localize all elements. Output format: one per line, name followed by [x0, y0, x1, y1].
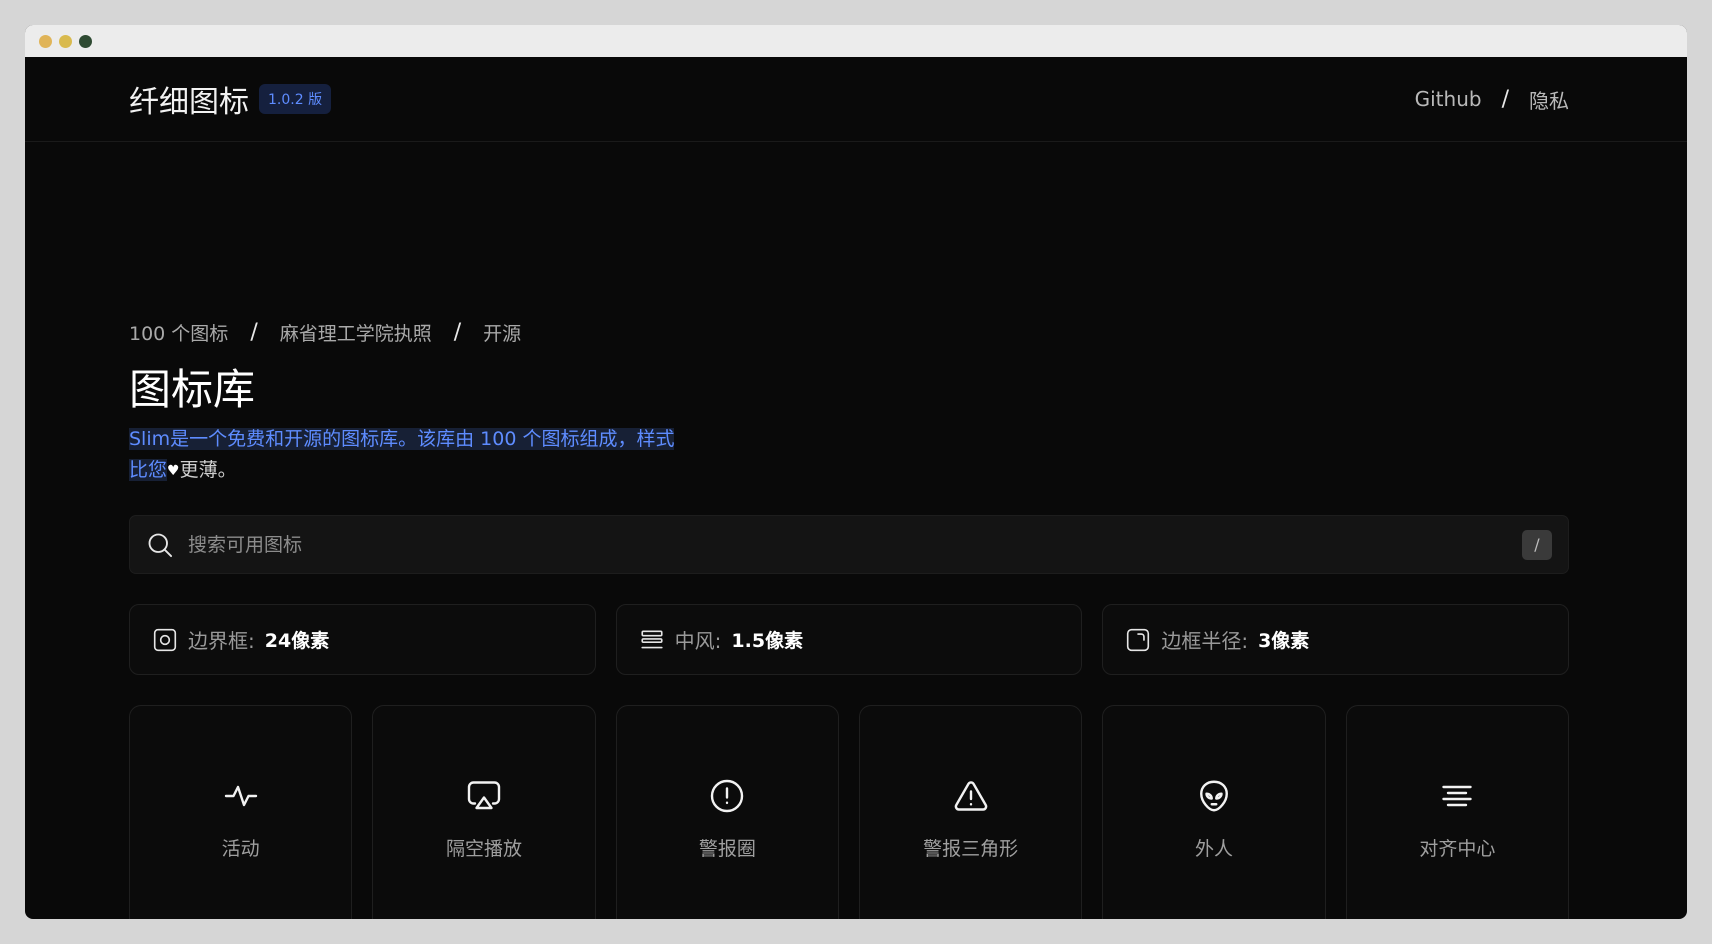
- page-title: 图标库: [129, 365, 256, 414]
- browser-window: 纤细图标 1.0.2 版 Github / 隐私 100 个图标 / 麻省理工学…: [25, 25, 1687, 919]
- site-header: 纤细图标 1.0.2 版 Github / 隐私: [25, 57, 1687, 142]
- heart-icon: ♥: [167, 463, 180, 479]
- top-nav: Github / 隐私: [1415, 85, 1569, 114]
- version-badge: 1.0.2 版: [259, 84, 332, 114]
- search-bar[interactable]: /: [129, 515, 1569, 574]
- nav-link-github[interactable]: Github: [1415, 87, 1482, 111]
- brand[interactable]: 纤细图标 1.0.2 版: [129, 77, 332, 121]
- search-shortcut-key: /: [1522, 529, 1552, 560]
- settings-row: 边界框: 24像素 中风: 1.5像素 边框半径: 3像素: [129, 604, 1569, 675]
- crumb-icon-count: 100 个图标: [129, 323, 229, 345]
- icon-grid: 活动 隔空播放 警报圈 警报三角形 外人 对齐中心: [129, 705, 1569, 919]
- activity-icon: [224, 785, 257, 807]
- crumb-separator: /: [250, 320, 258, 345]
- icon-card-name: 活动: [221, 838, 260, 860]
- setting-value: 24像素: [264, 630, 330, 652]
- setting-corner-radius[interactable]: 边框半径: 3像素: [1102, 604, 1569, 675]
- icon-card-airplay[interactable]: 隔空播放: [372, 705, 596, 919]
- setting-value: 3像素: [1258, 630, 1310, 652]
- search-input[interactable]: [188, 533, 1522, 556]
- setting-label: 中风:: [674, 629, 722, 653]
- crumb-separator: /: [453, 320, 462, 345]
- window-close-dot[interactable]: [39, 34, 52, 48]
- crumb-open-source[interactable]: 开源: [483, 319, 521, 346]
- search-icon: [148, 533, 173, 557]
- window-minimize-dot[interactable]: [59, 34, 72, 48]
- alert-triangle-icon: [954, 781, 987, 811]
- icon-card-name: 警报圈: [698, 838, 756, 860]
- setting-label: 边框半径:: [1161, 629, 1249, 653]
- icon-card-name: 对齐中心: [1419, 838, 1496, 860]
- icon-card-alert-circle[interactable]: 警报圈: [615, 705, 839, 919]
- nav-link-privacy[interactable]: 隐私: [1529, 85, 1569, 114]
- corner-radius-icon: [1127, 628, 1150, 651]
- icon-card-name: 隔空播放: [445, 838, 522, 860]
- icon-card-alert-triangle[interactable]: 警报三角形: [858, 705, 1083, 919]
- main-content: 100 个图标 / 麻省理工学院执照 / 开源 图标库 Slim是一个免费和开源…: [25, 319, 1687, 919]
- intro-text: Slim是一个免费和开源的图标库。该库由 100 个图标组成，样式比您♥更薄。: [129, 424, 689, 487]
- alien-icon: [1200, 780, 1228, 812]
- window-titlebar: [25, 25, 1687, 57]
- brand-name: 纤细图标: [129, 85, 249, 120]
- icon-card-name: 警报三角形: [923, 838, 1019, 860]
- align-center-icon: [1442, 785, 1473, 807]
- setting-value: 1.5像素: [731, 630, 804, 652]
- info-breadcrumb: 100 个图标 / 麻省理工学院执照 / 开源: [129, 319, 1569, 346]
- setting-label: 边界框:: [188, 629, 255, 653]
- icon-card-name: 外人: [1194, 838, 1233, 860]
- setting-stroke[interactable]: 中风: 1.5像素: [615, 604, 1083, 675]
- setting-bounding-box[interactable]: 边界框: 24像素: [129, 604, 596, 675]
- airplay-icon: [467, 781, 501, 810]
- icon-card-alien[interactable]: 外人: [1102, 705, 1326, 919]
- intro-rest: 更薄。: [179, 459, 237, 481]
- icon-card-activity[interactable]: 活动: [129, 705, 353, 919]
- stroke-icon: [641, 630, 663, 648]
- crumb-license[interactable]: 麻省理工学院执照: [280, 319, 432, 346]
- bounding-box-icon: [153, 628, 177, 651]
- nav-separator: /: [1501, 86, 1509, 112]
- window-maximize-dot[interactable]: [79, 34, 92, 48]
- icon-card-align-center[interactable]: 对齐中心: [1345, 705, 1569, 919]
- alert-circle-icon: [711, 779, 744, 813]
